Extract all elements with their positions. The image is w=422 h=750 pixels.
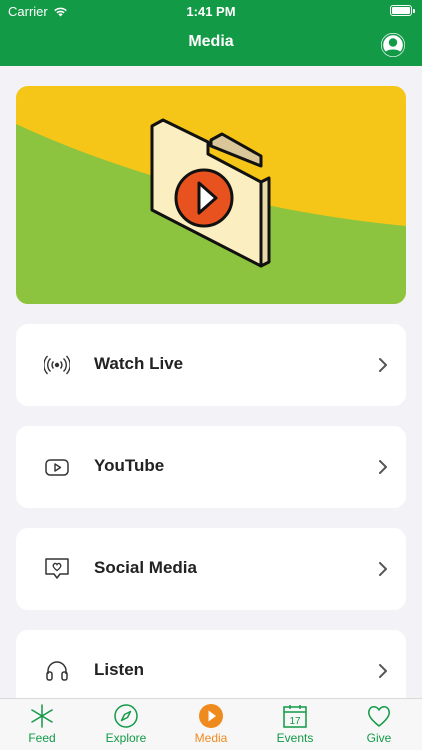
play-icon [199, 704, 223, 728]
menu-item-watch-live[interactable]: Watch Live [16, 324, 406, 406]
tab-feed[interactable]: Feed [0, 703, 84, 749]
broadcast-icon [44, 355, 70, 375]
tab-events[interactable]: 17 Events [253, 703, 337, 749]
chevron-right-icon [379, 562, 387, 576]
tab-label: Media [194, 731, 228, 745]
menu-item-label: Social Media [94, 558, 197, 577]
compass-icon [114, 704, 138, 728]
headphones-icon [46, 661, 68, 681]
tab-label: Events [276, 731, 314, 745]
chevron-right-icon [379, 460, 387, 474]
menu-item-label: Watch Live [94, 354, 184, 373]
tab-label: Explore [105, 731, 147, 745]
feed-icon [31, 704, 53, 728]
status-bar: Carrier 1:41 PM [0, 0, 422, 22]
user-avatar-icon [381, 33, 405, 57]
menu-item-label: Listen [94, 660, 145, 679]
tab-bar: Feed Explore Media 17 Events Give [0, 698, 422, 750]
chevron-right-icon [379, 664, 387, 678]
calendar-icon: 17 [283, 705, 307, 728]
tab-explore[interactable]: Explore [84, 703, 168, 749]
menu-item-social-media[interactable]: Social Media [16, 528, 406, 610]
battery-icon [390, 5, 415, 16]
status-time: 1:41 PM [186, 4, 236, 19]
navigation-bar: Carrier 1:41 PM Media [0, 0, 422, 66]
menu-item-youtube[interactable]: YouTube [16, 426, 406, 508]
media-hero-banner [16, 86, 406, 304]
heart-icon [367, 706, 391, 727]
social-heart-icon [45, 558, 69, 579]
chevron-right-icon [379, 358, 387, 372]
profile-button[interactable] [381, 33, 405, 57]
calendar-day-text: 17 [289, 716, 301, 727]
tab-label: Feed [28, 731, 56, 745]
tab-label: Give [366, 731, 392, 745]
menu-item-label: YouTube [94, 456, 165, 475]
tab-give[interactable]: Give [337, 703, 421, 749]
tab-media[interactable]: Media [169, 703, 253, 749]
youtube-icon [45, 459, 69, 476]
page-title: Media [188, 33, 234, 50]
